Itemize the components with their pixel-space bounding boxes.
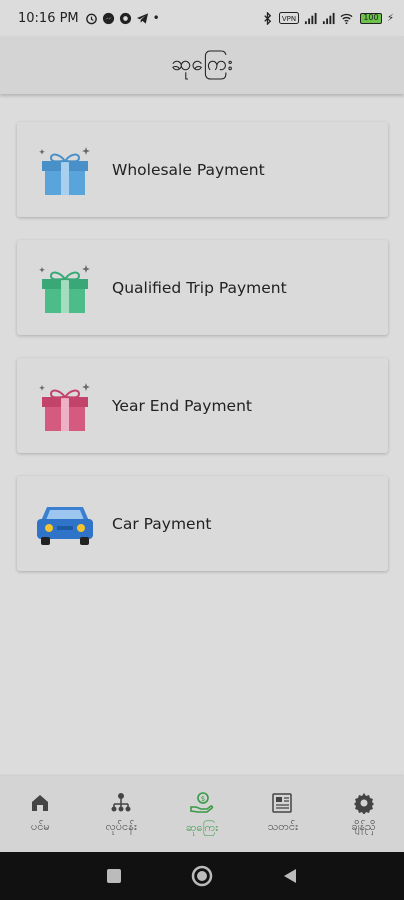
signal-2-icon	[322, 12, 335, 24]
nav-label: ဆုကြေး	[185, 821, 219, 834]
nav-item-business[interactable]: လုပ်ငန်း	[81, 776, 161, 852]
nav-item-reward[interactable]: $ ဆုကြေး	[162, 776, 242, 852]
nav-label: သတင်း	[267, 820, 298, 833]
nav-item-settings[interactable]: ချိန်ညှိ	[324, 776, 404, 852]
nav-item-home[interactable]: ပင်မ	[0, 776, 80, 852]
app-bar: ဆုကြေး	[0, 36, 404, 94]
reward-icon: $	[190, 792, 214, 813]
status-time: 10:16 PM	[18, 10, 79, 26]
card-label: Car Payment	[112, 514, 212, 533]
nav-label: ပင်မ	[31, 820, 50, 833]
home-button[interactable]	[191, 865, 213, 887]
nav-label: လုပ်ငန်း	[105, 820, 137, 833]
gift-blue-icon	[38, 146, 90, 195]
bottom-nav: ပင်မ လုပ်ငန်း $ ဆုကြေး သတင်း ချိန်ညှိ	[0, 776, 404, 852]
card-label: Qualified Trip Payment	[112, 278, 287, 297]
year-end-payment-card[interactable]: Year End Payment	[17, 358, 388, 453]
card-label: Wholesale Payment	[112, 160, 265, 179]
qualified-trip-payment-card[interactable]: Qualified Trip Payment	[17, 240, 388, 335]
car-icon	[36, 506, 93, 545]
wifi-icon	[340, 13, 353, 24]
nav-label: ချိန်ညှိ	[351, 820, 376, 833]
news-icon	[272, 793, 292, 813]
vpn-icon: VPN	[278, 12, 299, 24]
svg-text:VPN: VPN	[282, 15, 296, 23]
card-label: Year End Payment	[112, 396, 252, 415]
status-right-icons: VPN 100 ⚡	[261, 11, 394, 25]
gear-icon	[353, 793, 374, 814]
status-bar: 10:16 PM • VPN 100 ⚡	[0, 0, 404, 36]
gift-red-icon	[38, 382, 90, 431]
page-title: ဆုကြေး	[171, 50, 233, 75]
alarm-icon	[85, 13, 97, 24]
viber-icon	[119, 12, 131, 24]
nav-item-news[interactable]: သတင်း	[243, 776, 323, 852]
status-left-icons: •	[85, 11, 160, 25]
gift-green-icon	[38, 264, 90, 313]
recents-button[interactable]	[105, 867, 123, 885]
signal-1-icon	[304, 12, 317, 24]
bluetooth-icon	[264, 11, 272, 25]
system-nav-bar	[0, 852, 404, 900]
wholesale-payment-card[interactable]: Wholesale Payment	[17, 122, 388, 217]
battery-icon: 100	[359, 12, 382, 24]
home-icon	[32, 795, 49, 811]
back-button[interactable]	[281, 867, 299, 885]
telegram-icon	[136, 12, 148, 24]
car-payment-card[interactable]: Car Payment	[17, 476, 388, 571]
more-dots-icon: •	[152, 11, 160, 25]
svg-text:$: $	[201, 795, 205, 803]
messenger-icon	[102, 12, 114, 24]
charging-icon: ⚡	[386, 12, 394, 24]
org-icon	[111, 793, 131, 812]
